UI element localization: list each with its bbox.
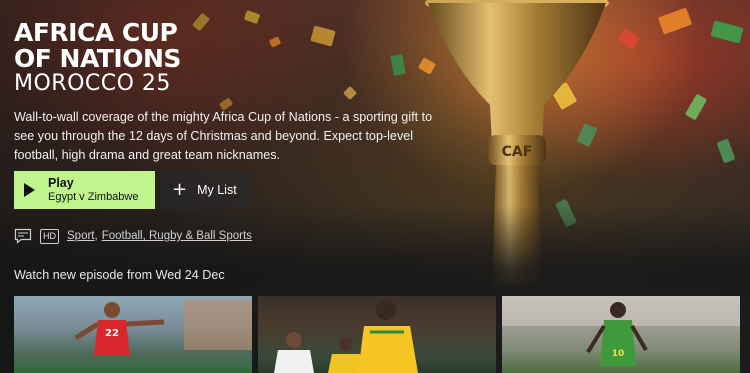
episode-thumbnail-1[interactable]: 22 (14, 296, 252, 373)
upcoming-episode-text: Watch new episode from Wed 24 Dec (14, 268, 225, 282)
play-button[interactable]: Play Egypt v Zimbabwe (14, 171, 155, 209)
play-button-text: Play Egypt v Zimbabwe (48, 176, 138, 204)
category-link-football[interactable]: Football, Rugby & Ball Sports (102, 230, 252, 242)
my-list-button[interactable]: + My List (160, 171, 252, 209)
play-icon (24, 183, 35, 197)
my-list-label: My List (197, 183, 237, 197)
subtitles-icon (14, 228, 32, 244)
play-episode-label: Egypt v Zimbabwe (48, 191, 139, 203)
player-image: 22 (74, 300, 252, 356)
episode-thumbnail-3[interactable]: 10 (502, 296, 740, 373)
category-link-sport[interactable]: Sport (67, 230, 95, 242)
shirt-number: 22 (105, 328, 119, 339)
play-label: Play (48, 176, 74, 190)
show-logo: AFRICA CUP OF NATIONS MOROCCO 25 (14, 20, 214, 96)
player-image: 10 (502, 296, 740, 366)
show-description: Wall-to-wall coverage of the mighty Afri… (14, 110, 433, 162)
category-separator: , (94, 230, 98, 242)
logo-line-2: OF NATIONS (14, 44, 181, 73)
logo-line-3: MOROCCO 25 (14, 71, 171, 96)
plus-icon: + (172, 179, 188, 200)
hd-badge: HD (40, 228, 59, 244)
metadata-row: HD Sport , Football, Rugby & Ball Sports (14, 228, 252, 244)
shirt-number: 10 (612, 349, 625, 359)
player-image (274, 300, 418, 373)
episode-thumbnail-2[interactable] (258, 296, 496, 373)
logo-line-1: AFRICA CUP (14, 18, 178, 47)
